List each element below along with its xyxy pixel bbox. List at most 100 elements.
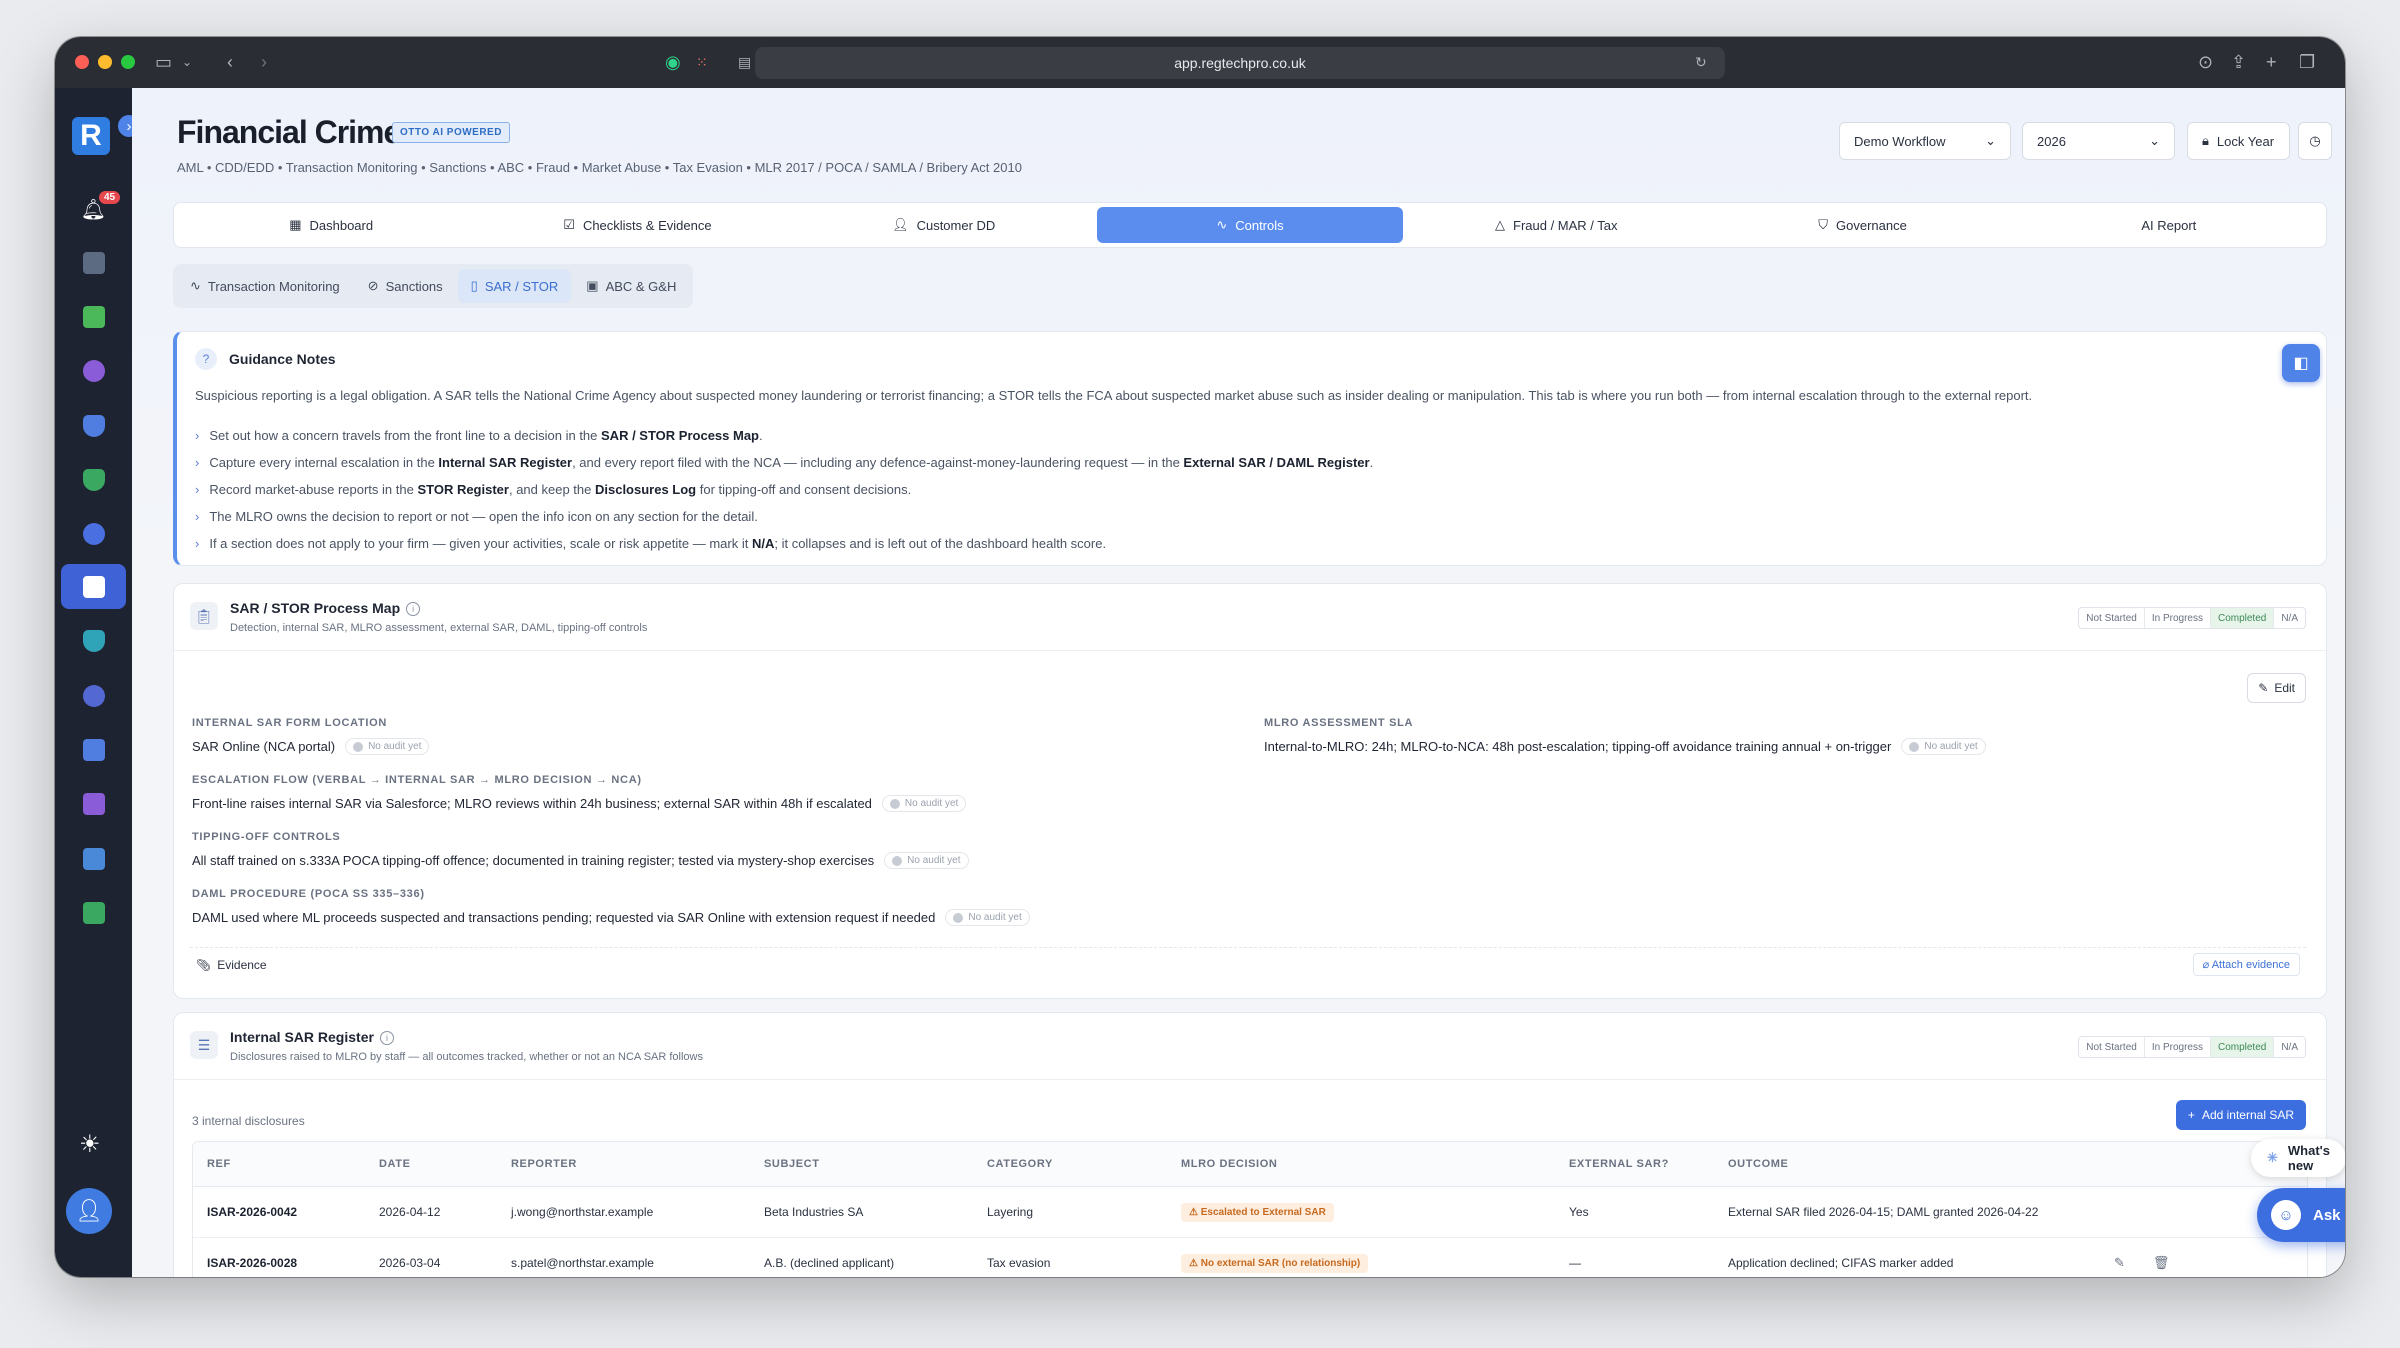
- subtab-sar-stor[interactable]: ▯ SAR / STOR: [457, 269, 572, 303]
- sidebar-item-shield[interactable]: [61, 403, 126, 448]
- status-not-started[interactable]: Not Started: [2079, 1037, 2145, 1057]
- chevron-down-icon[interactable]: ⌄: [182, 50, 192, 74]
- forward-arrow-icon[interactable]: ›: [261, 50, 267, 74]
- audit-status-badge: No audit yet: [881, 795, 967, 812]
- sidebar-item-target[interactable]: [61, 511, 126, 556]
- sidebar-item-shield-check[interactable]: [61, 457, 126, 502]
- register-icon: [82, 575, 105, 598]
- table-row[interactable]: ISAR-2026-0028 2026-03-04 s.patel@norths…: [193, 1238, 2307, 1277]
- column-header: Outcome: [1728, 1158, 1789, 1170]
- reader-icon[interactable]: ▤: [738, 50, 751, 74]
- plus-icon: +: [2187, 1108, 2195, 1122]
- share-icon[interactable]: ⇪: [2231, 50, 2246, 74]
- trash-icon[interactable]: 🗑︎: [2153, 1255, 2170, 1271]
- workflow-select[interactable]: Demo Workflow ⌄: [1839, 122, 2011, 160]
- minimize-window-button[interactable]: [98, 55, 112, 69]
- divider: [174, 1079, 2326, 1080]
- address-bar[interactable]: app.regtechpro.co.uk: [755, 47, 1725, 79]
- tab-controls[interactable]: ∿ Controls: [1096, 207, 1404, 243]
- maximize-window-button[interactable]: [121, 55, 135, 69]
- subtab-sanctions[interactable]: ⊘ Sanctions: [355, 269, 456, 303]
- subtab-transaction-monitoring[interactable]: ∿ Transaction Monitoring: [177, 269, 353, 303]
- guidance-notes-card: ? Guidance Notes Suspicious reporting is…: [173, 331, 2327, 566]
- audit-status-badge: No audit yet: [945, 909, 1030, 926]
- new-tab-icon[interactable]: +: [2266, 50, 2277, 74]
- attach-evidence-button[interactable]: ⌀ Attach evidence: [2192, 953, 2300, 976]
- process-map-title: SAR / STOR Process Map i: [230, 600, 421, 617]
- status-na[interactable]: N/A: [2274, 608, 2305, 628]
- guidance-item: › Record market-abuse reports in the STOR…: [195, 476, 1373, 503]
- history-button[interactable]: ◷: [2298, 122, 2332, 160]
- info-icon[interactable]: i: [406, 602, 421, 617]
- sidebar-toggle-icon[interactable]: ▭: [155, 50, 172, 74]
- edit-icon[interactable]: ✎: [2114, 1255, 2125, 1271]
- cell-reporter: j.wong@northstar.example: [511, 1205, 654, 1219]
- tab-overview-icon[interactable]: ❐: [2299, 50, 2315, 74]
- question-icon: ?: [195, 348, 217, 370]
- audit-text: No audit yet: [1924, 741, 1978, 752]
- reload-icon[interactable]: ↻: [1695, 50, 1707, 74]
- panel-toggle-button[interactable]: ◧: [2282, 344, 2320, 382]
- sidebar-item-documents[interactable]: [61, 294, 126, 339]
- tab-checklists[interactable]: ☑ Checklists & Evidence: [484, 207, 790, 243]
- user-avatar[interactable]: 👤︎: [66, 1188, 112, 1234]
- sidebar-item-people[interactable]: [61, 348, 126, 393]
- grid-icon: ▦: [289, 217, 302, 232]
- back-arrow-icon[interactable]: ‹: [227, 50, 233, 74]
- status-in-progress[interactable]: In Progress: [2145, 608, 2211, 628]
- sparkle-icon: ✳: [2267, 1150, 2278, 1165]
- sidebar-item-financial-crime[interactable]: [61, 564, 126, 609]
- chevron-right-icon: ›: [195, 509, 200, 524]
- sidebar-item-cards[interactable]: [61, 890, 126, 935]
- shield-icon: [82, 414, 105, 437]
- add-internal-sar-button[interactable]: + Add internal SAR: [2175, 1100, 2306, 1130]
- grammarly-icon[interactable]: ◉: [665, 50, 681, 74]
- lock-year-button[interactable]: 🔒︎ Lock Year: [2187, 122, 2290, 160]
- process-map-card: 📋︎ SAR / STOR Process Map i Detection, in…: [173, 583, 2327, 999]
- edit-button[interactable]: ✎ Edit: [2247, 673, 2306, 703]
- status-not-started[interactable]: Not Started: [2079, 608, 2145, 628]
- tab-dashboard[interactable]: ▦ Dashboard: [178, 207, 484, 243]
- whats-new-button[interactable]: ✳ What's new: [2251, 1139, 2345, 1177]
- sidebar-item-bank[interactable]: [61, 727, 126, 772]
- text: , and every report filed with the NCA — …: [572, 455, 1184, 470]
- text-bold: External SAR / DAML Register: [1183, 455, 1370, 470]
- table-row[interactable]: ISAR-2026-0042 2026-04-12 j.wong@northst…: [193, 1187, 2307, 1238]
- tab-label: Governance: [1836, 217, 1907, 233]
- sidebar-item-list[interactable]: [61, 781, 126, 826]
- tab-ai-report[interactable]: AI Report: [2016, 207, 2322, 243]
- status-completed[interactable]: Completed: [2210, 608, 2275, 628]
- guidance-title: Guidance Notes: [229, 351, 336, 367]
- close-window-button[interactable]: [75, 55, 89, 69]
- tab-governance[interactable]: ⛉ Governance: [1709, 207, 2015, 243]
- extensions-grid-icon[interactable]: ⁙: [696, 50, 708, 74]
- text-bold: Internal SAR Register: [438, 455, 573, 470]
- download-icon[interactable]: ⊙: [2198, 50, 2213, 74]
- tab-customer-dd[interactable]: 👤︎ Customer DD: [791, 207, 1097, 243]
- user-icon: 👤︎: [892, 217, 909, 232]
- theme-toggle-icon[interactable]: ☀: [79, 1130, 101, 1159]
- sidebar-item-network[interactable]: [61, 673, 126, 718]
- ask-otto-button[interactable]: ☺ Ask Otto: [2257, 1188, 2345, 1242]
- section-title-text: SAR / STOR Process Map: [230, 600, 401, 616]
- tab-fraud-mar-tax[interactable]: △ Fraud / MAR / Tax: [1403, 207, 1709, 243]
- status-completed[interactable]: Completed: [2210, 1037, 2275, 1057]
- sidebar-item-lock[interactable]: [61, 618, 126, 663]
- audit-dot-icon: [953, 912, 964, 923]
- row-actions: ✎ 🗑︎: [2114, 1255, 2169, 1271]
- status-in-progress[interactable]: In Progress: [2145, 1037, 2211, 1057]
- subtab-abc-gh[interactable]: ▣ ABC & G&H: [573, 269, 689, 303]
- info-icon[interactable]: i: [379, 1031, 394, 1046]
- sidebar-item-dashboard[interactable]: [61, 240, 126, 285]
- chevron-right-icon: ›: [195, 455, 200, 470]
- year-select[interactable]: 2026 ⌄: [2022, 122, 2175, 160]
- cell-external-sar: Yes: [1569, 1205, 1589, 1219]
- chevron-right-icon: ›: [195, 428, 200, 443]
- sidebar-item-notifications[interactable]: 🔔︎ 45: [61, 187, 126, 232]
- table-header: Ref Date Reporter Subject Category MLRO …: [193, 1142, 2307, 1187]
- sidebar-item-reports[interactable]: [61, 836, 126, 881]
- app-logo[interactable]: R: [72, 117, 110, 155]
- text: for tipping-off and consent decisions.: [696, 482, 912, 497]
- status-na[interactable]: N/A: [2274, 1037, 2305, 1057]
- status-selector: Not Started In Progress Completed N/A: [2078, 607, 2306, 629]
